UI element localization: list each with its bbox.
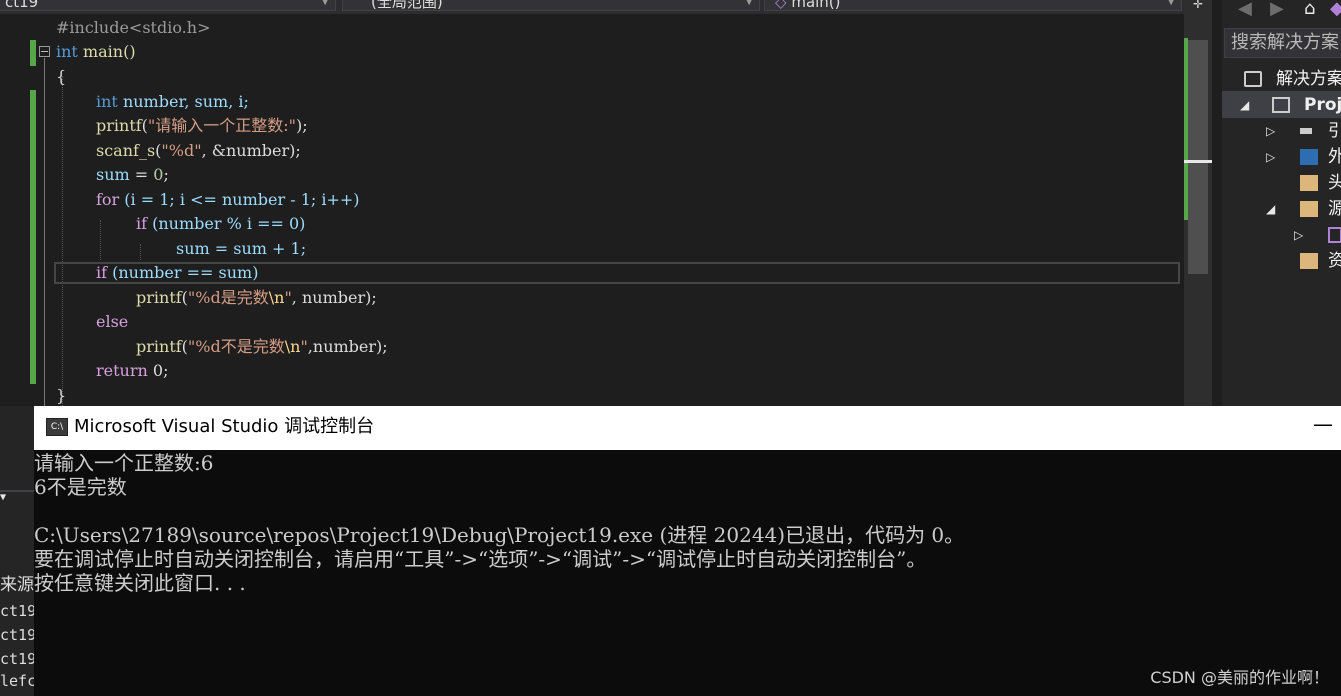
member-dropdown[interactable]: ◇ main() ▼ <box>764 0 1182 11</box>
folder-icon <box>1300 175 1318 191</box>
pane-splitter[interactable] <box>1212 0 1222 406</box>
code-line: int number, sum, i; <box>96 92 249 111</box>
tree-item-source-file[interactable] <box>1326 222 1341 248</box>
change-map-marker <box>1184 38 1188 220</box>
code-line: if (number == sum) <box>96 263 259 282</box>
references-icon <box>1300 128 1312 134</box>
code-line: printf("请输入一个正整数:"); <box>96 116 308 135</box>
console-line: 6不是完数 <box>34 475 127 499</box>
expanded-triangle-icon[interactable]: ◢ <box>1266 196 1275 222</box>
change-indicator <box>30 40 36 66</box>
code-line: for (i = 1; i <= number - 1; i++) <box>96 190 360 209</box>
indent-guide <box>140 244 141 260</box>
code-line: printf("%d不是完数\n",number); <box>136 337 388 356</box>
list-item[interactable]: lefc <box>0 672 34 690</box>
console-line: 要在调试停止时自动关闭控制台，请启用“工具”->“选项”->“调试”->“调试停… <box>34 547 927 571</box>
chevron-down-icon: ▼ <box>321 0 329 7</box>
fold-line <box>44 58 45 406</box>
indent-guide <box>62 76 63 406</box>
scope-dropdown[interactable]: (全局范围) ▼ <box>342 0 760 11</box>
minimize-button[interactable]: — <box>1313 412 1333 436</box>
console-title: Microsoft Visual Studio 调试控制台 <box>74 416 375 437</box>
folder-icon <box>1300 253 1318 269</box>
source-label: 来源 <box>0 575 34 595</box>
solution-toolbar: ◀ ▶ ⌂ ◆ <box>1222 0 1341 24</box>
console-title-bar[interactable]: C:\ Microsoft Visual Studio 调试控制台 — <box>34 406 1341 450</box>
solution-explorer: ◀ ▶ ⌂ ◆ 搜索解决方案 解决方案 ◢ Proj ▷ 引 ▷ 外 头 ◢ 源… <box>1222 0 1341 406</box>
indent-guide <box>100 220 101 260</box>
home-icon[interactable]: ⌂ <box>1304 0 1315 18</box>
code-line: scanf_s("%d", &number); <box>96 141 301 160</box>
console-line: 请输入一个正整数:6 <box>34 451 214 475</box>
collapsed-triangle-icon[interactable]: ▷ <box>1294 222 1303 248</box>
list-item[interactable]: ct19 <box>0 626 34 644</box>
split-icon[interactable]: ✛ <box>1184 0 1212 12</box>
forward-icon[interactable]: ▶ <box>1270 0 1284 18</box>
tree-item-resource-files[interactable]: 资 <box>1298 248 1341 274</box>
chevron-down-icon: ▼ <box>745 0 753 7</box>
change-indicator <box>30 90 36 384</box>
csdn-watermark: CSDN @美丽的作业啊！ <box>1150 668 1329 687</box>
cpp-file-icon <box>1328 227 1341 243</box>
code-line: sum = sum + 1; <box>176 239 307 258</box>
list-item[interactable]: ct19 <box>0 602 34 620</box>
console-line: C:\Users\27189\source\repos\Project19\De… <box>34 523 965 547</box>
code-line: } <box>56 386 67 405</box>
tree-item-source-files[interactable]: 源 <box>1298 196 1341 222</box>
chevron-down-icon: ▼ <box>1167 0 1175 7</box>
vs-icon[interactable]: ◆ <box>1330 0 1341 18</box>
method-icon: ◇ <box>775 0 787 11</box>
expanded-triangle-icon[interactable]: ◢ <box>1240 92 1249 118</box>
editor-scrollbar[interactable]: ✛ <box>1184 0 1212 406</box>
external-deps-icon <box>1300 149 1318 165</box>
collapsed-triangle-icon[interactable]: ▷ <box>1266 118 1275 144</box>
navigation-bar: ct19 ▼ (全局范围) ▼ ◇ main() ▼ <box>0 0 1184 14</box>
project-dropdown[interactable]: ct19 ▼ <box>0 0 336 11</box>
code-line: return 0; <box>96 361 169 380</box>
solution-icon <box>1244 71 1262 87</box>
output-pane: ▼ 来源 ct19 ct19 ct19 lefc <box>0 406 34 696</box>
code-line: if (number % i == 0) <box>136 214 306 233</box>
dropdown-arrow-icon[interactable]: ▼ <box>0 492 6 503</box>
code-editor[interactable]: − #include<stdio.h> int main() { int num… <box>0 14 1184 406</box>
tree-item-references[interactable]: 引 <box>1298 118 1341 144</box>
caret-position-marker <box>1184 160 1212 163</box>
code-line: { <box>56 67 67 86</box>
tree-item-external-deps[interactable]: 外 <box>1298 144 1341 170</box>
back-icon[interactable]: ◀ <box>1238 0 1252 18</box>
code-line: sum = 0; <box>96 165 169 184</box>
folder-open-icon <box>1300 201 1318 217</box>
console-line: 按任意键关闭此窗口. . . <box>34 571 246 595</box>
collapse-icon[interactable]: − <box>39 46 50 57</box>
tree-item-header-files[interactable]: 头 <box>1298 170 1341 196</box>
code-line: int main() <box>56 42 136 61</box>
console-app-icon: C:\ <box>46 418 68 436</box>
tree-item-project[interactable]: Proj <box>1272 92 1341 118</box>
code-line: printf("%d是完数\n", number); <box>136 288 377 307</box>
list-item[interactable]: ct19 <box>0 650 34 668</box>
scrollbar-thumb[interactable] <box>1188 40 1208 274</box>
solution-search-input[interactable]: 搜索解决方案 <box>1224 28 1341 58</box>
tree-item-solution[interactable]: 解决方案 <box>1244 66 1341 92</box>
code-line: else <box>96 312 129 331</box>
debug-console-window[interactable]: C:\ Microsoft Visual Studio 调试控制台 — 请输入一… <box>34 406 1341 696</box>
project-icon <box>1272 97 1290 113</box>
code-line: #include<stdio.h> <box>56 18 211 37</box>
collapsed-triangle-icon[interactable]: ▷ <box>1266 144 1275 170</box>
